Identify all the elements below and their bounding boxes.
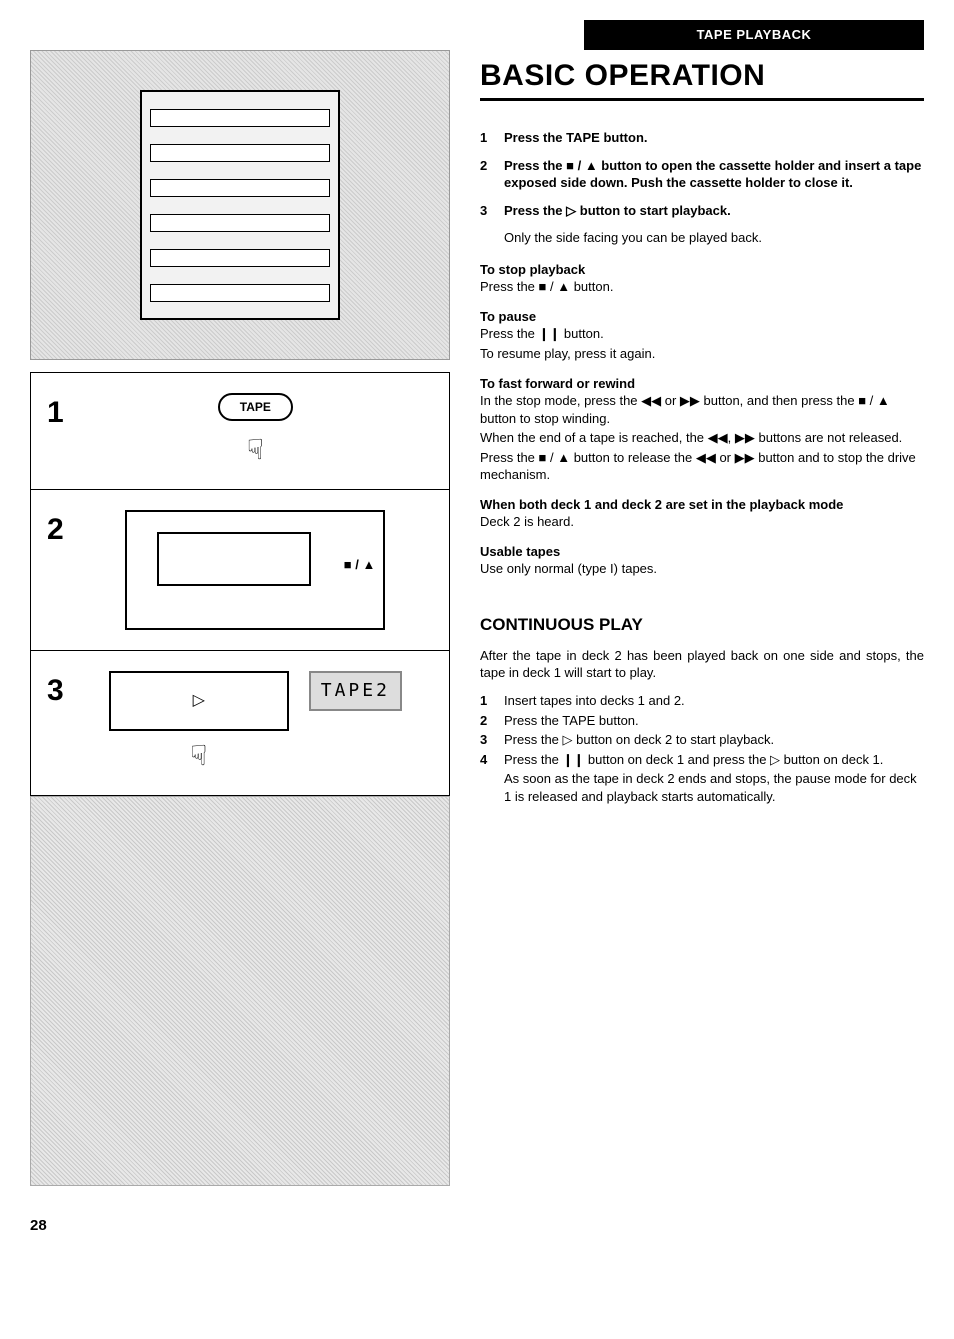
- body-ff-3: Press the ■ / ▲ button to release the ◀◀…: [480, 449, 924, 484]
- list-number: 2: [480, 712, 494, 730]
- play-symbol: ▷: [193, 690, 205, 712]
- panel-step-1: 1 TAPE ☟: [31, 373, 449, 490]
- body-stop: Press the ■ / ▲ button.: [480, 278, 924, 296]
- cassette-holder-drawing: ■ / ▲: [125, 510, 385, 630]
- section-header-bar: TAPE PLAYBACK: [584, 20, 924, 50]
- hand-pointer-icon: ☟: [247, 431, 264, 469]
- panel3-number: 3: [47, 671, 64, 712]
- step-3-note: Only the side facing you can be played b…: [504, 229, 924, 247]
- continuous-steps: 1 Insert tapes into decks 1 and 2. 2 Pre…: [480, 692, 924, 805]
- panel-step-2: 2 ■ / ▲: [31, 490, 449, 651]
- heading-continuous-play: CONTINUOUS PLAY: [480, 614, 924, 637]
- list-text: Press the TAPE button.: [504, 712, 924, 730]
- page-number: 28: [30, 1216, 450, 1236]
- lcd-display: TAPE2: [309, 671, 402, 711]
- body-usable: Use only normal (type I) tapes.: [480, 560, 924, 578]
- body-ff-2: When the end of a tape is reached, the ◀…: [480, 429, 924, 447]
- list-text: Insert tapes into decks 1 and 2.: [504, 692, 924, 710]
- body-pause-1: Press the ❙❙ button.: [480, 325, 924, 343]
- illustration-stereo-overview: [30, 50, 450, 360]
- step-text: Press the ▷ button to start playback.: [504, 202, 924, 220]
- list-number: 1: [480, 692, 494, 710]
- main-steps: 1 Press the TAPE button. 2 Press the ■ /…: [480, 129, 924, 247]
- heading-stop: To stop playback: [480, 261, 924, 279]
- hand-pointer-icon: ☟: [190, 737, 207, 775]
- heading-usable: Usable tapes: [480, 543, 924, 561]
- list-text: Press the ❙❙ button on deck 1 and press …: [504, 751, 924, 769]
- list-number: 3: [480, 731, 494, 749]
- list-item: 1 Insert tapes into decks 1 and 2.: [480, 692, 924, 710]
- page-title: BASIC OPERATION: [480, 56, 924, 102]
- step-2: 2 Press the ■ / ▲ button to open the cas…: [480, 157, 924, 192]
- step-number: 1: [480, 129, 494, 147]
- step-number: 2: [480, 157, 494, 192]
- list-continuation: As soon as the tape in deck 2 ends and s…: [504, 770, 924, 805]
- stereo-unit-drawing: [140, 90, 340, 320]
- step-text: Press the TAPE button.: [504, 129, 924, 147]
- panel-step-3: 3 ▷ ☟ TAPE2: [31, 651, 449, 795]
- step-text: Press the ■ / ▲ button to open the casse…: [504, 157, 924, 192]
- continuous-intro: After the tape in deck 2 has been played…: [480, 647, 924, 682]
- list-item: 2 Press the TAPE button.: [480, 712, 924, 730]
- step-3: 3 Press the ▷ button to start playback.: [480, 202, 924, 220]
- step-1: 1 Press the TAPE button.: [480, 129, 924, 147]
- heading-pause: To pause: [480, 308, 924, 326]
- panel1-number: 1: [47, 393, 64, 434]
- list-item: 3 Press the ▷ button on deck 2 to start …: [480, 731, 924, 749]
- body-ff-1: In the stop mode, press the ◀◀ or ▶▶ but…: [480, 392, 924, 427]
- decorative-texture-block: [30, 796, 450, 1186]
- list-number: 4: [480, 751, 494, 769]
- list-item: 4 Press the ❙❙ button on deck 1 and pres…: [480, 751, 924, 769]
- body-pause-2: To resume play, press it again.: [480, 345, 924, 363]
- deck-play-drawing: ▷: [109, 671, 289, 731]
- step-number: 3: [480, 202, 494, 220]
- step-panels: 1 TAPE ☟ 2 ■ / ▲ 3: [30, 372, 450, 796]
- heading-ff: To fast forward or rewind: [480, 375, 924, 393]
- list-text: Press the ▷ button on deck 2 to start pl…: [504, 731, 924, 749]
- heading-both-decks: When both deck 1 and deck 2 are set in t…: [480, 496, 924, 514]
- tape-button-label: TAPE: [218, 393, 293, 421]
- body-both-decks: Deck 2 is heard.: [480, 513, 924, 531]
- right-column: TAPE PLAYBACK BASIC OPERATION 1 Press th…: [480, 20, 924, 1236]
- left-column: 1 TAPE ☟ 2 ■ / ▲ 3: [30, 20, 450, 1236]
- stop-eject-symbol: ■ / ▲: [344, 556, 376, 574]
- panel2-number: 2: [47, 510, 64, 551]
